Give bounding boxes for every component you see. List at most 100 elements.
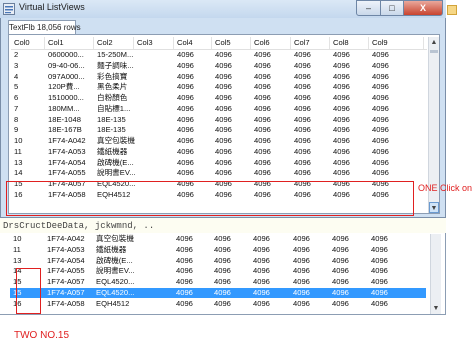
list-item[interactable]: 10 1F74-A042 真空包裝機 4096 4096 4096 4096 4096 4096: [10, 234, 426, 245]
cell-col1: 1F74-A042: [47, 234, 85, 243]
cell-col7: 4096: [294, 136, 311, 145]
cell-col0: 8: [14, 114, 19, 124]
close-button[interactable]: X: [403, 0, 443, 16]
cell-col4: 4096: [177, 168, 194, 178]
column-header-col2[interactable]: Col2: [94, 37, 134, 49]
cell-col9: 4096: [371, 234, 388, 243]
column-header-col7[interactable]: Col7: [291, 37, 330, 49]
list-item[interactable]: 14 1F74-A055 說明書EV... 4096 4096 4096 4096 4096 4…: [11, 168, 427, 179]
cell-col0: 13: [14, 157, 23, 167]
cell-col7: 4096: [294, 93, 311, 102]
cell-col9: 4096: [372, 168, 389, 178]
column-header-col0[interactable]: Col0: [11, 37, 45, 49]
list-item[interactable]: 4 097A000... 彩色搞寶 4096 4096 4096 4096 4096 4096: [11, 72, 427, 83]
cell-col1: 1F74-A053: [48, 146, 86, 156]
virtual-list-view-2[interactable]: 10 1F74-A042 真空包裝機 4096 4096 4096 4096 4096 4096…: [10, 234, 430, 314]
cell-col1: 1F74-A042: [48, 136, 86, 145]
cell-col6: 4096: [254, 157, 271, 167]
cell-col9: 4096: [372, 93, 389, 102]
column-header-col8[interactable]: Col8: [330, 37, 369, 49]
list-item[interactable]: 2 0600000... 15-250M... 4096 4096 4096 4096 409…: [11, 50, 427, 61]
maximize-button[interactable]: □: [380, 0, 404, 16]
cell-col8: 4096: [333, 157, 350, 167]
cell-col5: 4096: [215, 103, 232, 113]
cell-col7: 4096: [294, 103, 311, 113]
cell-col0: 2: [14, 50, 19, 59]
cell-col1: 1510000...: [48, 93, 84, 102]
folder-icon: [447, 5, 457, 15]
column-header-col9[interactable]: Col9: [369, 37, 424, 49]
cell-col6: 4096: [253, 266, 270, 276]
list-item[interactable]: 6 1510000... 白粉顏色 4096 4096 4096 4096 4096 4096: [11, 93, 427, 104]
cell-col9: 4096: [372, 114, 389, 124]
list-item[interactable]: 9 18E-167B 18E-135 4096 4096 4096 4096 4096 4096: [11, 125, 427, 136]
cell-col7: 4096: [294, 125, 311, 135]
cell-col9: 4096: [372, 71, 389, 81]
scroll-thumb[interactable]: [430, 50, 438, 53]
cell-col8: 4096: [333, 82, 350, 92]
scroll-down-icon[interactable]: ▼: [429, 202, 439, 213]
cell-col9: 4096: [371, 277, 388, 286]
list-item[interactable]: 11 1F74-A053 鐵紙機器 4096 4096 4096 4096 4096 4096: [10, 245, 426, 256]
list-item[interactable]: 13 1F74-A054 啟碑機(E... 4096 4096 4096 4096 4096 4…: [10, 256, 426, 267]
column-header-col6[interactable]: Col6: [251, 37, 291, 49]
cell-col0: 14: [14, 168, 23, 178]
list-item[interactable]: 10 1F74-A042 真空包裝機 4096 4096 4096 4096 4096 4096: [11, 136, 427, 147]
cell-col1: 18E-1048: [48, 114, 81, 124]
cell-col4: 4096: [176, 298, 193, 308]
cell-col8: 4096: [333, 60, 350, 70]
column-header-col4[interactable]: Col4: [174, 37, 212, 49]
cell-col2: 麵子調味...: [97, 60, 134, 70]
annotation-box-one: [6, 181, 414, 216]
cell-col5: 4096: [215, 136, 232, 145]
vertical-scrollbar-2[interactable]: ▼: [430, 234, 441, 314]
title-bar[interactable]: Virtual ListViews – □ X: [0, 0, 446, 18]
cell-col4: 4096: [177, 103, 194, 113]
cell-col7: 4096: [293, 234, 310, 243]
cell-col0: 4: [14, 71, 19, 81]
list-item[interactable]: 11 1F74-A053 鐵紙機器 4096 4096 4096 4096 4096 4096: [11, 147, 427, 158]
cell-col4: 4096: [177, 125, 194, 135]
annotation-two: TWO NO.15: [14, 330, 70, 341]
minimize-button[interactable]: –: [356, 0, 381, 16]
app-icon: [3, 3, 15, 15]
cell-col9: 4096: [372, 157, 389, 167]
column-header-col1[interactable]: Col1: [45, 37, 94, 49]
cell-col5: 4096: [214, 298, 231, 308]
cell-col7: 4096: [294, 114, 311, 124]
list-item[interactable]: 5 120P費... 黑色柔片 4096 4096 4096 4096 4096 4096: [11, 82, 427, 93]
cell-col8: 4096: [332, 255, 349, 265]
cell-col2: 18E-135: [97, 114, 126, 124]
tab-rows[interactable]: TextFlb 18,056 rows: [8, 20, 81, 35]
list-item[interactable]: 15 1F74-A057 EQL4520... 4096 4096 4096 4096 409…: [10, 277, 426, 288]
list-item[interactable]: 8 18E-1048 18E-135 4096 4096 4096 4096 4096 4096: [11, 115, 427, 126]
cell-col5: 4096: [215, 50, 232, 59]
cell-col2: 真空包裝機: [96, 234, 134, 243]
cell-col6: 4096: [254, 50, 271, 59]
cell-col2: EQH4512: [96, 298, 130, 308]
cell-col5: 4096: [214, 266, 231, 276]
list-item[interactable]: 3 09-40-06... 麵子調味... 4096 4096 4096 4096 4096 4…: [11, 61, 427, 72]
list-item[interactable]: 13 1F74-A054 啟碑機(E... 4096 4096 4096 4096 4096 4…: [11, 158, 427, 169]
column-header-col5[interactable]: Col5: [212, 37, 251, 49]
scroll-down-icon[interactable]: ▼: [431, 303, 441, 314]
cell-col1: 1F74-A055: [47, 266, 85, 276]
cell-col5: 4096: [215, 146, 232, 156]
cell-col2: 鐵紙機器: [97, 146, 128, 156]
column-header-col3[interactable]: Col3: [134, 37, 174, 49]
list-item[interactable]: 16 1F74-A058 EQH4512 4096 4096 4096 4096 4096 40…: [10, 299, 426, 310]
cell-col4: 4096: [176, 244, 193, 254]
cell-col8: 4096: [333, 71, 350, 81]
cell-col0: 10: [13, 234, 22, 243]
cell-col2: 啟碑機(E...: [96, 255, 133, 265]
scroll-up-icon[interactable]: ▲: [429, 37, 439, 48]
cell-col7: 4096: [294, 71, 311, 81]
cell-col7: 4096: [293, 277, 310, 286]
list-item[interactable]: 7 180MM... 自貼標1... 4096 4096 4096 4096 4096 4096: [11, 104, 427, 115]
cell-col2: 真空包裝機: [97, 136, 135, 145]
cell-col9: 4096: [371, 244, 388, 254]
list-item-selected[interactable]: 15 1F74-A057 EQL4520... 4096 4096 4096 4096 409…: [10, 287, 426, 299]
cell-col8: 4096: [332, 277, 349, 286]
cell-col2: 18E-135: [97, 125, 126, 135]
list-item[interactable]: 14 1F74-A055 說明書EV... 4096 4096 4096 4096 4096 4…: [10, 266, 426, 277]
